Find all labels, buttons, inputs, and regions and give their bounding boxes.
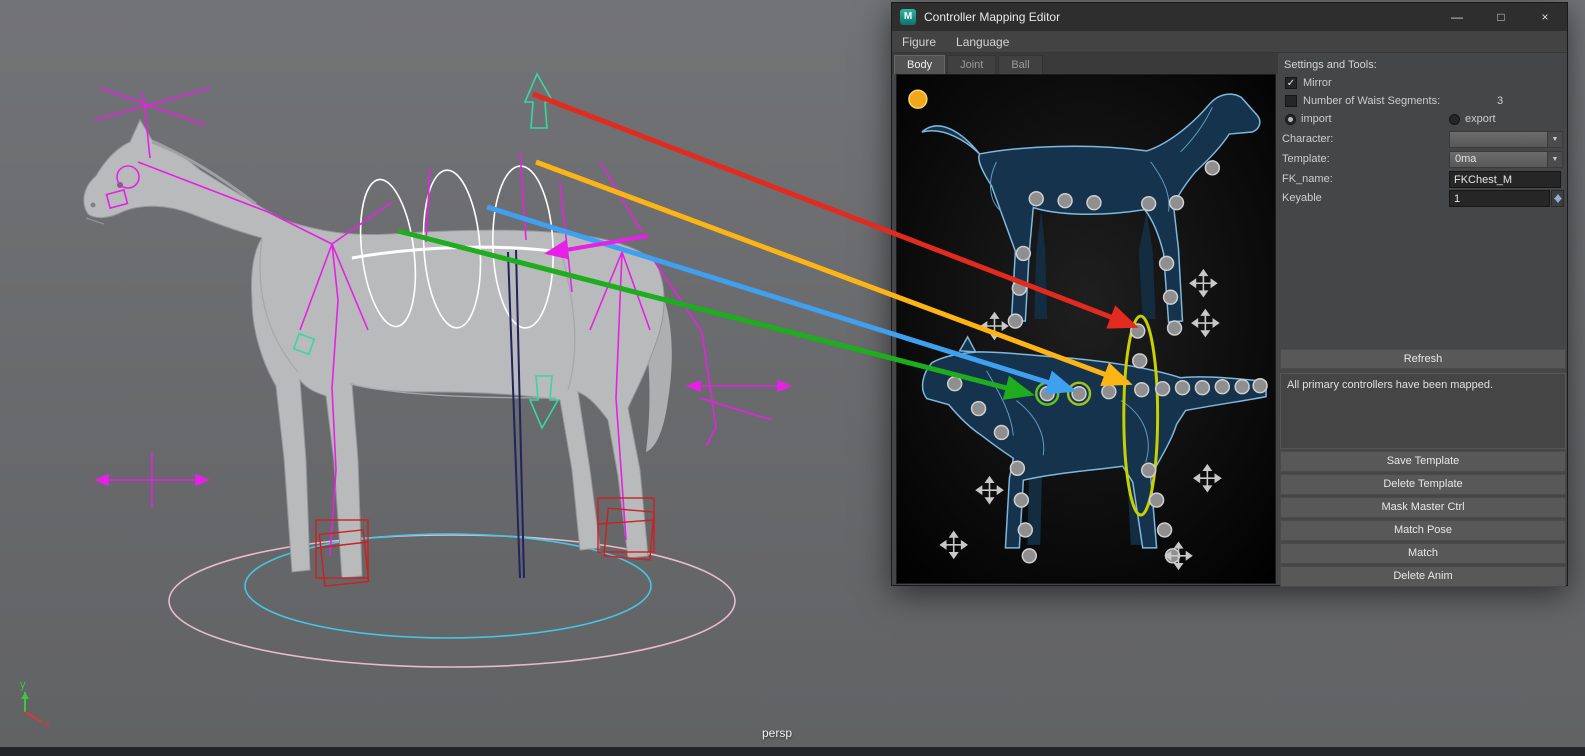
controller-dot[interactable] [1156, 522, 1173, 538]
status-message-box: All primary controllers have been mapped… [1280, 373, 1566, 449]
template-label: Template: [1282, 153, 1330, 165]
controller-dot[interactable] [946, 376, 963, 392]
match-button[interactable]: Match [1280, 543, 1566, 564]
window-title: Controller Mapping Editor [924, 10, 1061, 24]
controller-dot[interactable] [1204, 160, 1221, 176]
maximize-button[interactable]: □ [1479, 3, 1523, 31]
character-label: Character: [1282, 133, 1334, 145]
controller-dot[interactable] [1234, 378, 1250, 395]
controller-dot[interactable] [1013, 492, 1030, 508]
save-template-button[interactable]: Save Template [1280, 451, 1566, 472]
controller-dot[interactable] [1007, 313, 1024, 329]
delete-template-button[interactable]: Delete Template [1280, 474, 1566, 495]
keyable-field[interactable] [1449, 190, 1550, 207]
tab-ball[interactable]: Ball [998, 55, 1043, 74]
tab-body[interactable]: Body [894, 55, 946, 74]
tab-joint[interactable]: Joint [947, 55, 997, 74]
controller-dot[interactable] [1162, 289, 1179, 305]
template-dropdown[interactable]: 0ma ▼ [1449, 151, 1563, 168]
mirror-checkbox[interactable]: ✓ [1285, 77, 1297, 89]
maya-icon: M [900, 9, 916, 25]
refresh-button[interactable]: Refresh [1280, 349, 1566, 369]
controller-dot[interactable] [1015, 245, 1032, 262]
menu-bar: Figure Language [892, 31, 1567, 53]
screenshot-stage: y x persp M Controller Mapping Editor — … [0, 0, 1585, 756]
mapping-canvas[interactable] [896, 74, 1276, 584]
fk-name-label: FK_name: [1282, 173, 1333, 185]
axis-x-label: x [44, 719, 50, 731]
menu-figure[interactable]: Figure [892, 35, 946, 49]
controller-mapping-editor-window: M Controller Mapping Editor — □ × Figure… [891, 2, 1568, 587]
selected-color-dot[interactable] [908, 89, 928, 109]
controller-dot[interactable] [1101, 383, 1117, 400]
controller-dot[interactable] [1028, 190, 1044, 207]
controller-dot[interactable] [1148, 492, 1165, 508]
controller-dot[interactable] [1133, 381, 1150, 398]
controller-dot[interactable] [1021, 548, 1038, 564]
controller-dot[interactable] [1009, 460, 1026, 476]
controller-dot[interactable] [993, 424, 1010, 441]
controller-dot[interactable] [1140, 195, 1157, 212]
controller-dot[interactable] [1214, 378, 1230, 395]
match-pose-button[interactable]: Match Pose [1280, 520, 1566, 541]
horse-model[interactable] [83, 118, 672, 579]
export-radio[interactable] [1449, 114, 1460, 125]
controller-dot[interactable] [1086, 194, 1102, 211]
controller-dot[interactable] [1252, 377, 1268, 394]
import-radio[interactable] [1285, 114, 1296, 125]
controller-dot[interactable] [1158, 255, 1175, 272]
controller-dot[interactable] [1011, 280, 1028, 296]
menu-language[interactable]: Language [946, 35, 1019, 49]
camera-name-label: persp [761, 726, 793, 740]
axis-y-label: y [20, 679, 26, 691]
hoof-controls[interactable] [315, 497, 655, 587]
controller-dot[interactable] [1039, 385, 1055, 402]
controller-dot[interactable] [1132, 353, 1148, 369]
character-dropdown[interactable]: ▼ [1449, 131, 1563, 148]
mirror-label: Mirror [1303, 77, 1332, 89]
spinner-down-icon[interactable] [1554, 198, 1562, 203]
import-label: import [1301, 113, 1332, 125]
keyable-spinner [1551, 190, 1564, 207]
chevron-down-icon[interactable]: ▼ [1547, 152, 1562, 167]
status-text: All primary controllers have been mapped… [1287, 379, 1494, 391]
controller-dot[interactable] [1174, 379, 1191, 396]
controller-dot[interactable] [1168, 194, 1185, 211]
mapping-diagram [897, 75, 1275, 583]
template-value: 0ma [1455, 153, 1477, 165]
controller-dot[interactable] [1154, 380, 1171, 397]
settings-header: Settings and Tools: [1284, 59, 1377, 71]
fk-name-field[interactable] [1449, 171, 1561, 188]
keyable-label: Keyable [1282, 192, 1322, 204]
waist-segments-label: Number of Waist Segments: [1303, 95, 1441, 107]
controller-dot[interactable] [1057, 192, 1073, 209]
waist-segments-checkbox[interactable] [1285, 95, 1297, 107]
chevron-down-icon[interactable]: ▼ [1547, 132, 1562, 147]
mask-master-ctrl-button[interactable]: Mask Master Ctrl [1280, 497, 1566, 518]
close-button[interactable]: × [1523, 3, 1567, 31]
tab-bar: Body Joint Ball [892, 53, 1278, 74]
controller-dot[interactable] [1071, 385, 1087, 402]
controller-dot[interactable] [1140, 462, 1157, 478]
controller-dot[interactable] [1166, 320, 1183, 336]
viewport-bottom-strip [0, 747, 1585, 756]
waist-segments-value: 3 [1497, 95, 1504, 107]
controller-dot[interactable] [1017, 522, 1034, 538]
minimize-button[interactable]: — [1435, 3, 1479, 31]
delete-anim-button[interactable]: Delete Anim [1280, 566, 1566, 587]
controller-dot[interactable] [1130, 323, 1146, 339]
settings-panel: Settings and Tools: ✓ Mirror Number of W… [1279, 53, 1567, 587]
controller-dot[interactable] [970, 400, 987, 417]
export-label: export [1465, 113, 1496, 125]
window-titlebar[interactable]: M Controller Mapping Editor — □ × [892, 3, 1567, 31]
controller-dot[interactable] [1194, 379, 1211, 396]
axis-gizmo: y x [20, 679, 50, 731]
